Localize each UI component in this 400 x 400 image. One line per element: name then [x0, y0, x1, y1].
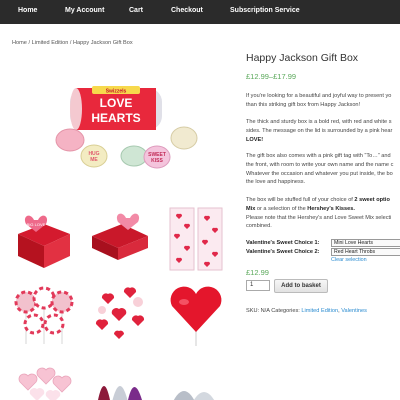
top-navigation: Home My Account Cart Checkout Subscripti…	[0, 0, 400, 24]
sweet-choice-1-label: Valentine's Sweet Choice 1:	[246, 240, 320, 246]
breadcrumb-limited-edition[interactable]: Limited Edition	[32, 40, 69, 46]
thumbnail-silver-kisses[interactable]	[164, 352, 228, 400]
description-line: than this striking gift box from Happy J…	[246, 101, 361, 108]
description-line: Whatever the occasion and whatever you p…	[246, 170, 393, 177]
description-text-bold: Hershey's Kisses.	[307, 205, 355, 212]
description-text-bold: 2 sweet optio	[354, 197, 390, 203]
description-line: The thick and sturdy box is a bold red, …	[246, 119, 392, 125]
product-title: Happy Jackson Gift Box	[246, 52, 359, 64]
selected-price: £12.99	[246, 268, 269, 277]
description-line: the love and happiness.	[246, 179, 306, 186]
description-paragraph-1: If you're looking for a beautiful and jo…	[246, 92, 400, 110]
sweet-choice-2-select[interactable]: Red Heart Throbs	[331, 248, 400, 256]
box-lid-text: BIG LOVE	[27, 222, 46, 227]
nav-checkout[interactable]: Checkout	[171, 0, 203, 24]
description-line: The gift box also comes with a pink gift…	[246, 153, 391, 159]
sweet-choice-1-select[interactable]: Mini Love Hearts	[331, 239, 400, 247]
nav-home[interactable]: Home	[18, 0, 37, 24]
sweet-green	[120, 145, 148, 167]
price-range: £12.99–£17.99	[246, 72, 297, 81]
thumbnail-gift-box[interactable]: BIG LOVE	[12, 206, 76, 272]
thumbnail-heart-sweets[interactable]	[88, 280, 152, 346]
description-paragraph-4: The box will be stuffed full of your cho…	[246, 196, 400, 231]
description-paragraph-3: The gift box also comes with a pink gift…	[246, 152, 400, 187]
sweet-text-kiss: KISS	[151, 158, 163, 164]
category-separator: ,	[338, 308, 340, 314]
description-paragraph-2: The thick and sturdy box is a bold red, …	[246, 118, 400, 144]
clear-selection-link[interactable]: Clear selection	[331, 257, 367, 263]
description-text: The box will be stuffed full of your cho…	[246, 197, 355, 203]
breadcrumb-separator: /	[28, 40, 31, 46]
sweet-text-me: ME	[90, 157, 98, 163]
breadcrumb-separator: /	[69, 40, 72, 46]
nav-subscription-service[interactable]: Subscription Service	[230, 0, 300, 24]
tube-text-love: LOVE	[100, 96, 133, 110]
description-text: or a selection of the	[255, 205, 308, 212]
thumbnail-lollipops[interactable]	[12, 280, 76, 346]
sku-label: SKU: N/A	[246, 308, 270, 314]
thumbnail-heart-lolly[interactable]	[164, 280, 228, 346]
description-line: sides. The message on the lid is surroun…	[246, 127, 393, 134]
category-link-limited-edition[interactable]: Limited Edition	[301, 308, 338, 314]
brand-text: Swizzels	[106, 89, 127, 95]
categories-label: Categories:	[271, 308, 300, 314]
description-text-bold: Mix	[246, 205, 256, 212]
nav-my-account[interactable]: My Account	[65, 0, 104, 24]
thumbnail-hersheys-kisses[interactable]	[88, 352, 152, 400]
add-to-basket-button[interactable]: Add to basket	[274, 279, 328, 293]
description-line-bold: LOVE!	[246, 136, 264, 143]
breadcrumb: Home / Limited Edition / Happy Jackson G…	[12, 40, 133, 46]
description-line: combined.	[246, 223, 272, 230]
product-meta: SKU: N/A Categories: Limited Edition, Va…	[246, 308, 367, 314]
description-line: Please note that the Hershey's and Love …	[246, 214, 392, 221]
thumbnail-open-box[interactable]	[88, 206, 152, 272]
breadcrumb-home[interactable]: Home	[12, 40, 27, 46]
nav-cart[interactable]: Cart	[129, 0, 143, 24]
thumbnail-marshmallow-hearts[interactable]	[12, 352, 76, 400]
main-product-image[interactable]: Swizzels LOVE HEARTS HUG ME SWEET KISS	[12, 52, 232, 198]
sweet-cream	[170, 126, 198, 150]
description-line: the front, with room to write your own n…	[246, 161, 394, 168]
sweet-choice-2-label: Valentine's Sweet Choice 2:	[246, 249, 320, 255]
tube-text-hearts: HEARTS	[91, 111, 140, 125]
breadcrumb-current: Happy Jackson Gift Box	[73, 40, 133, 46]
description-line: If you're looking for a beautiful and jo…	[246, 93, 392, 99]
quantity-input[interactable]: 1	[246, 280, 270, 291]
sweet-pink	[55, 128, 85, 152]
category-link-valentines[interactable]: Valentines	[341, 308, 367, 314]
thumbnail-heart-bags[interactable]	[164, 206, 228, 272]
